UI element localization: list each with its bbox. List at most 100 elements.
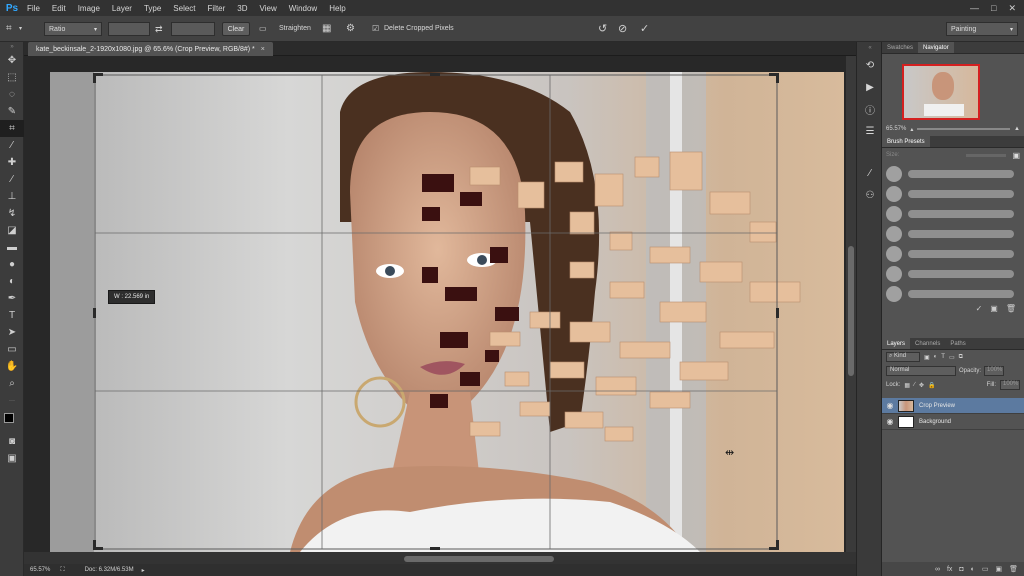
clear-button[interactable]: Clear — [222, 22, 250, 36]
menu-view[interactable]: View — [254, 4, 283, 13]
color-swatches[interactable] — [0, 409, 24, 433]
document-tab[interactable]: kate_beckinsale_2-1920x1080.jpg @ 65.6% … — [28, 42, 273, 56]
menu-filter[interactable]: Filter — [202, 4, 232, 13]
lock-paint-icon[interactable]: ∕ — [914, 382, 915, 388]
shape-tool-icon[interactable]: ▭ — [0, 341, 24, 358]
status-arrow-icon[interactable]: ▸ — [142, 567, 145, 574]
lock-move-icon[interactable]: ✥ — [919, 382, 924, 389]
layer-row-background[interactable]: ◉ Background — [882, 414, 1024, 430]
adjustment-filter-icon[interactable]: ◐ — [934, 354, 938, 360]
eraser-tool-icon[interactable]: ◪ — [0, 222, 24, 239]
history-icon[interactable]: ⟲ — [857, 54, 883, 76]
quick-mask-icon[interactable]: ◙ — [0, 433, 24, 450]
width-field[interactable] — [108, 22, 150, 36]
tab-layers[interactable]: Layers — [882, 338, 911, 349]
tab-brush-presets[interactable]: Brush Presets — [882, 136, 930, 147]
zoom-out-icon[interactable]: ▴ — [910, 126, 913, 133]
link-layers-icon[interactable]: ∞ — [935, 566, 940, 573]
menu-help[interactable]: Help — [323, 4, 351, 13]
info-icon[interactable]: ⓘ — [857, 98, 883, 120]
fx-icon[interactable]: fx — [947, 566, 952, 573]
layer-name[interactable]: Crop Preview — [919, 403, 955, 409]
brush-tool-icon[interactable]: ∕ — [0, 171, 24, 188]
menu-select[interactable]: Select — [167, 4, 201, 13]
checkbox-icon[interactable]: ☑ — [372, 23, 379, 35]
ratio-select[interactable]: Ratio ▾ — [44, 22, 102, 36]
zoom-tool-icon[interactable]: ⌕ — [0, 375, 24, 392]
eyedropper-tool-icon[interactable]: ⁄ — [0, 137, 24, 154]
layer-name[interactable]: Background — [919, 419, 951, 425]
horizontal-scroll-thumb[interactable] — [404, 556, 554, 562]
delete-cropped-label[interactable]: Delete Cropped Pixels — [384, 25, 454, 32]
blur-tool-icon[interactable]: ● — [0, 256, 24, 273]
delete-layer-icon[interactable]: 🗑 — [1009, 565, 1018, 573]
dodge-tool-icon[interactable]: ◐ — [0, 273, 24, 290]
type-filter-icon[interactable]: T — [941, 354, 945, 360]
adjustment-layer-icon[interactable]: ◐ — [971, 566, 975, 573]
hand-tool-icon[interactable]: ✋ — [0, 358, 24, 375]
brush-panel-icon[interactable]: ▣ — [1012, 151, 1020, 160]
delete-brush-icon[interactable]: 🗑 — [1006, 304, 1016, 318]
menu-3d[interactable]: 3D — [231, 4, 253, 13]
gradient-tool-icon[interactable]: ▬ — [0, 239, 24, 256]
maximize-button[interactable]: □ — [991, 3, 996, 14]
menu-image[interactable]: Image — [72, 4, 106, 13]
foreground-color[interactable] — [4, 413, 14, 423]
more-tools-icon[interactable]: ··· — [0, 392, 24, 409]
workspace-select[interactable]: Painting ▾ — [946, 22, 1018, 36]
grid-overlay-icon[interactable]: ▦ — [322, 23, 331, 35]
navigator-zoom-value[interactable]: 65.57% — [886, 126, 906, 132]
new-layer-icon[interactable]: ▣ — [995, 565, 1002, 573]
actions-icon[interactable]: ▶ — [857, 76, 883, 98]
tab-paths[interactable]: Paths — [945, 338, 970, 349]
smart-filter-icon[interactable]: ⧉ — [959, 354, 963, 361]
history-brush-icon[interactable]: ↯ — [0, 205, 24, 222]
clone-source-icon[interactable]: ⚇ — [857, 184, 883, 206]
collapse-icon[interactable]: « — [857, 42, 883, 54]
commit-check-icon[interactable]: ✓ — [640, 23, 649, 35]
vertical-scrollbar[interactable] — [846, 56, 856, 552]
stamp-tool-icon[interactable]: ⊥ — [0, 188, 24, 205]
brush-size-slider[interactable] — [966, 153, 1007, 157]
properties-icon[interactable]: ☰ — [857, 120, 883, 142]
zoom-slider[interactable] — [917, 128, 1011, 130]
brush-preset-item[interactable] — [882, 204, 1024, 224]
marquee-tool-icon[interactable]: ⬚ — [0, 69, 24, 86]
reset-icon[interactable]: ↺ — [598, 23, 607, 35]
height-field[interactable] — [171, 22, 215, 36]
path-select-icon[interactable]: ➤ — [0, 324, 24, 341]
fill-field[interactable]: 100% — [1000, 380, 1020, 390]
brush-preset-item[interactable] — [882, 184, 1024, 204]
lock-pixels-icon[interactable]: ▦ — [904, 382, 910, 389]
lock-all-icon[interactable]: 🔒 — [928, 382, 935, 389]
vertical-scroll-thumb[interactable] — [848, 246, 854, 376]
healing-brush-icon[interactable]: ✚ — [0, 154, 24, 171]
chevron-down-icon[interactable]: ▾ — [19, 23, 22, 35]
screen-mode-icon[interactable]: ▣ — [0, 450, 24, 467]
straighten-icon[interactable]: ▭ — [259, 23, 267, 35]
brush-preset-item[interactable] — [882, 224, 1024, 244]
opacity-field[interactable]: 100% — [984, 366, 1005, 376]
tab-channels[interactable]: Channels — [910, 338, 945, 349]
menu-type[interactable]: Type — [138, 4, 167, 13]
swap-icon[interactable]: ⇄ — [155, 23, 163, 35]
layer-row-crop-preview[interactable]: ◉ Crop Preview — [882, 398, 1024, 414]
brush-icon[interactable]: ∕ — [857, 162, 883, 184]
menu-edit[interactable]: Edit — [46, 4, 72, 13]
brush-preset-item[interactable] — [882, 244, 1024, 264]
shape-filter-icon[interactable]: ▭ — [949, 354, 955, 361]
canvas[interactable]: ⇹ W : 22.569 in — [50, 72, 844, 552]
pen-tool-icon[interactable]: ✒ — [0, 290, 24, 307]
cancel-icon[interactable]: ⊘ — [618, 23, 627, 35]
menu-file[interactable]: File — [21, 4, 46, 13]
pixel-filter-icon[interactable]: ▣ — [924, 354, 930, 361]
status-icon[interactable]: ⛶ — [60, 567, 64, 574]
crop-tool-icon[interactable]: ⌗ — [6, 23, 12, 35]
lasso-tool-icon[interactable]: ◌ — [0, 86, 24, 103]
menu-layer[interactable]: Layer — [106, 4, 138, 13]
collapse-icon[interactable]: » — [0, 42, 24, 52]
eye-icon[interactable]: ◉ — [882, 401, 898, 410]
navigator-preview[interactable] — [902, 64, 980, 120]
kind-filter[interactable]: ⌕ Kind — [886, 352, 920, 362]
gear-icon[interactable]: ⚙ — [346, 23, 355, 35]
